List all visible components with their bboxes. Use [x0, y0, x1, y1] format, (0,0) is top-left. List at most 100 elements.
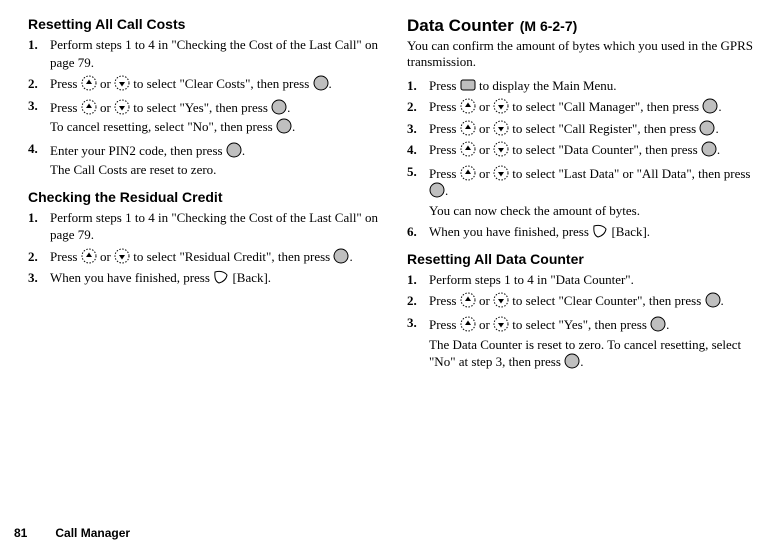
nav-up-icon — [460, 120, 476, 136]
step-number: 2. — [28, 75, 50, 93]
ok-button-icon — [701, 141, 717, 157]
ok-button-icon — [333, 248, 349, 264]
step-item: 2.Press or to select "Clear Costs", then… — [28, 75, 387, 93]
step-item: 1.Perform steps 1 to 4 in "Data Counter"… — [407, 271, 766, 289]
nav-down-icon — [114, 248, 130, 264]
chapter-name: Call Manager — [55, 526, 130, 540]
step-body: Press or to select "Clear Counter", then… — [429, 292, 766, 310]
step-item: 2.Press or to select "Residual Credit", … — [28, 248, 387, 266]
step-body: Press or to select "Data Counter", then … — [429, 141, 766, 159]
step-item: 1.Perform steps 1 to 4 in "Checking the … — [28, 36, 387, 71]
heading-text: Resetting All Data Counter — [407, 251, 584, 267]
step-number: 3. — [407, 314, 429, 371]
nav-up-icon — [460, 292, 476, 308]
step-item: 3.Press or to select "Yes", then press .… — [407, 314, 766, 371]
step-body: Press or to select "Residual Credit", th… — [50, 248, 387, 266]
step-item: 1.Perform steps 1 to 4 in "Checking the … — [28, 209, 387, 244]
step-item: 1.Press to display the Main Menu. — [407, 77, 766, 95]
right-column: Data Counter (M 6-2-7) You can confirm t… — [407, 16, 766, 381]
step-body: Press or to select "Yes", then press .Th… — [429, 314, 766, 371]
nav-up-icon — [460, 316, 476, 332]
ok-button-icon — [226, 142, 242, 158]
step-item: 6.When you have finished, press [Back]. — [407, 223, 766, 241]
ok-button-icon — [699, 120, 715, 136]
ok-button-icon — [276, 118, 292, 134]
step-item: 2.Press or to select "Call Manager", the… — [407, 98, 766, 116]
ok-button-icon — [650, 316, 666, 332]
step-body: When you have finished, press [Back]. — [429, 223, 766, 241]
ok-button-icon — [429, 182, 445, 198]
step-item: 4.Enter your PIN2 code, then press .The … — [28, 140, 387, 179]
heading-reset-data-counter: Resetting All Data Counter — [407, 251, 766, 267]
page-footer: 81 Call Manager — [14, 526, 130, 540]
step-number: 2. — [407, 98, 429, 116]
step-number: 1. — [28, 36, 50, 71]
nav-up-icon — [460, 165, 476, 181]
nav-up-icon — [81, 248, 97, 264]
nav-down-icon — [493, 98, 509, 114]
step-number: 2. — [407, 292, 429, 310]
step-item: 5.Press or to select "Last Data" or "All… — [407, 163, 766, 220]
nav-down-icon — [493, 292, 509, 308]
step-number: 5. — [407, 163, 429, 220]
step-item: 4.Press or to select "Data Counter", the… — [407, 141, 766, 159]
nav-up-icon — [460, 98, 476, 114]
step-body: Enter your PIN2 code, then press .The Ca… — [50, 140, 387, 179]
step-body: Perform steps 1 to 4 in "Data Counter". — [429, 271, 766, 289]
step-body: Press or to select "Clear Costs", then p… — [50, 75, 387, 93]
menu-button-icon — [460, 77, 476, 93]
step-number: 1. — [407, 77, 429, 95]
heading-reset-call-costs: Resetting All Call Costs — [28, 16, 387, 32]
nav-down-icon — [114, 75, 130, 91]
steps-reset-data-counter: 1.Perform steps 1 to 4 in "Data Counter"… — [407, 271, 766, 371]
step-item: 3.Press or to select "Call Register", th… — [407, 120, 766, 138]
ok-button-icon — [271, 99, 287, 115]
nav-down-icon — [493, 165, 509, 181]
step-body: Press or to select "Call Manager", then … — [429, 98, 766, 116]
step-body: Press or to select "Last Data" or "All D… — [429, 163, 766, 220]
ok-button-icon — [705, 292, 721, 308]
steps-reset-call-costs: 1.Perform steps 1 to 4 in "Checking the … — [28, 36, 387, 179]
heading-residual-credit: Checking the Residual Credit — [28, 189, 387, 205]
step-number: 6. — [407, 223, 429, 241]
step-number: 3. — [28, 97, 50, 136]
nav-down-icon — [493, 120, 509, 136]
step-number: 3. — [407, 120, 429, 138]
step-body: Press to display the Main Menu. — [429, 77, 766, 95]
nav-down-icon — [114, 99, 130, 115]
step-number: 4. — [407, 141, 429, 159]
soft-right-key-icon — [592, 223, 608, 239]
ok-button-icon — [313, 75, 329, 91]
steps-residual-credit: 1.Perform steps 1 to 4 in "Checking the … — [28, 209, 387, 287]
step-number: 1. — [407, 271, 429, 289]
ok-button-icon — [564, 353, 580, 369]
steps-data-counter: 1.Press to display the Main Menu.2.Press… — [407, 77, 766, 241]
nav-up-icon — [81, 75, 97, 91]
step-body: When you have finished, press [Back]. — [50, 269, 387, 287]
intro-text: You can confirm the amount of bytes whic… — [407, 38, 766, 71]
ok-button-icon — [702, 98, 718, 114]
step-number: 1. — [28, 209, 50, 244]
step-item: 2.Press or to select "Clear Counter", th… — [407, 292, 766, 310]
page-number: 81 — [14, 526, 27, 540]
nav-up-icon — [81, 99, 97, 115]
heading-text: Data Counter — [407, 16, 514, 36]
step-number: 3. — [28, 269, 50, 287]
soft-right-key-icon — [213, 269, 229, 285]
nav-up-icon — [460, 141, 476, 157]
step-item: 3.When you have finished, press [Back]. — [28, 269, 387, 287]
menu-code: (M 6-2-7) — [520, 18, 578, 34]
heading-data-counter: Data Counter (M 6-2-7) — [407, 16, 766, 36]
heading-text: Checking the Residual Credit — [28, 189, 222, 205]
step-body: Press or to select "Call Register", then… — [429, 120, 766, 138]
step-body: Perform steps 1 to 4 in "Checking the Co… — [50, 209, 387, 244]
left-column: Resetting All Call Costs 1.Perform steps… — [28, 16, 387, 381]
nav-down-icon — [493, 316, 509, 332]
step-number: 2. — [28, 248, 50, 266]
step-item: 3.Press or to select "Yes", then press .… — [28, 97, 387, 136]
step-number: 4. — [28, 140, 50, 179]
step-body: Perform steps 1 to 4 in "Checking the Co… — [50, 36, 387, 71]
nav-down-icon — [493, 141, 509, 157]
step-body: Press or to select "Yes", then press .To… — [50, 97, 387, 136]
heading-text: Resetting All Call Costs — [28, 16, 185, 32]
